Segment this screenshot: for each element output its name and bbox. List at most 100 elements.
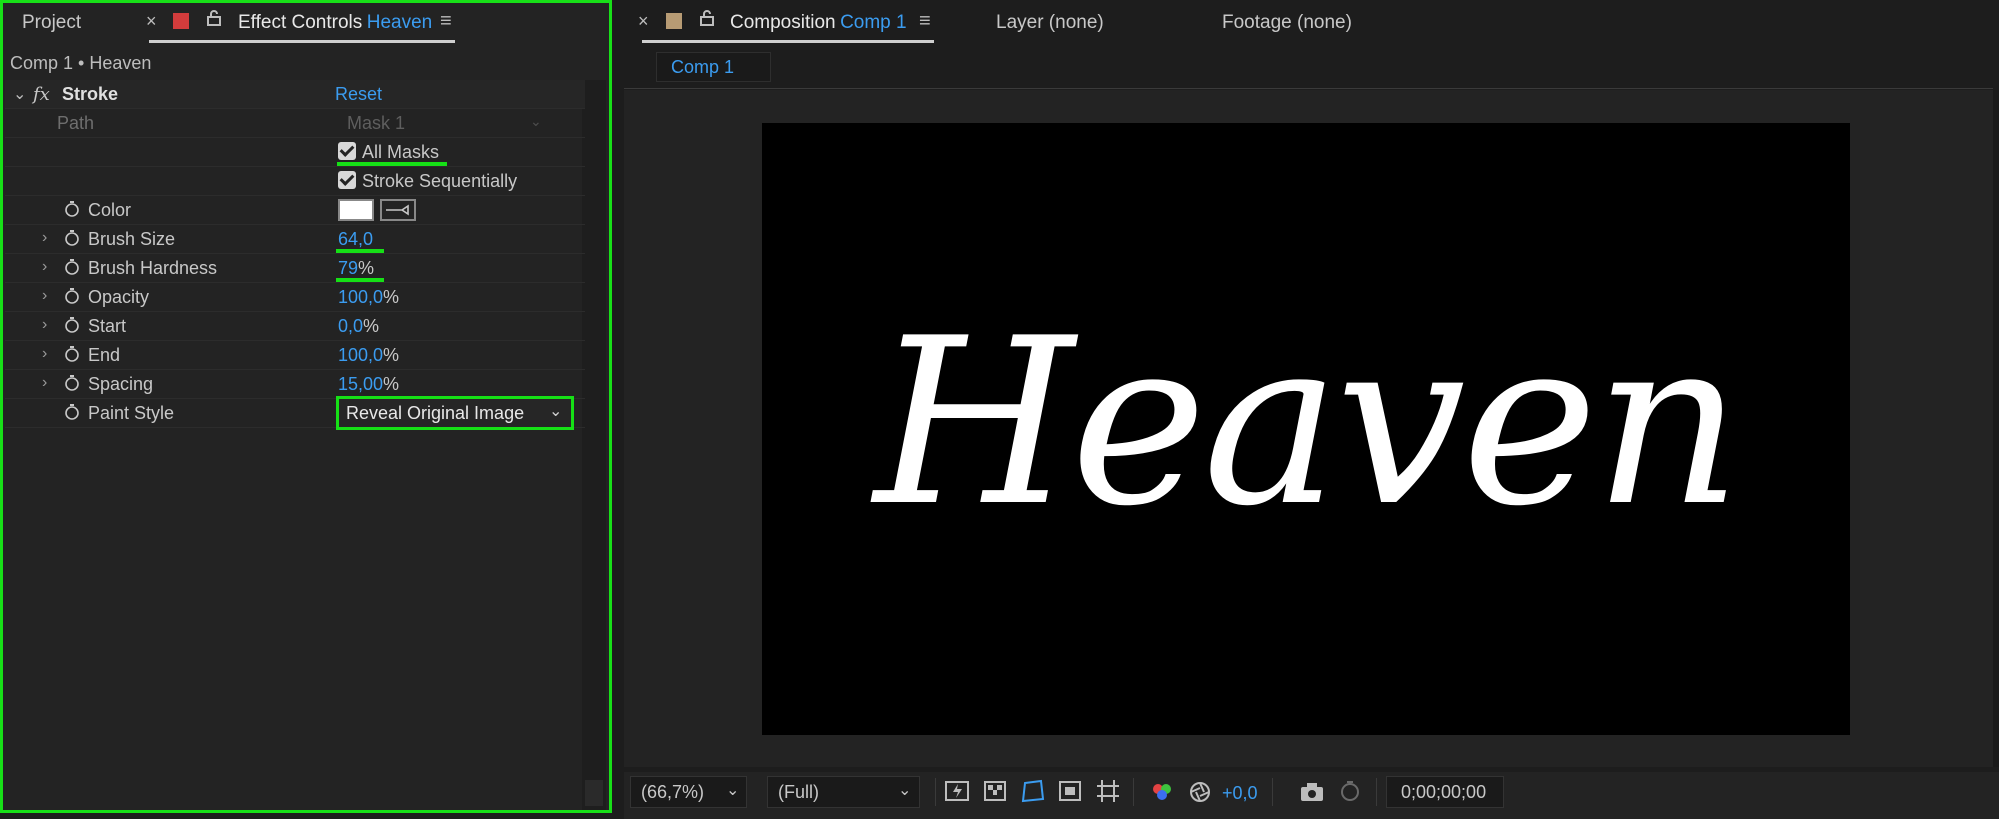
tab-layer[interactable]: Layer (none) bbox=[996, 12, 1104, 34]
panel-menu-icon[interactable]: ≡ bbox=[919, 10, 931, 33]
chevron-down-icon[interactable]: ⌄ bbox=[13, 84, 26, 104]
brush-size-value[interactable]: 64,0 bbox=[338, 229, 373, 250]
composition-canvas[interactable]: Heaven bbox=[762, 123, 1850, 735]
divider bbox=[935, 778, 936, 806]
region-of-interest-icon[interactable] bbox=[1058, 780, 1082, 808]
tab-footage[interactable]: Footage (none) bbox=[1222, 12, 1352, 34]
chevron-right-icon[interactable]: › bbox=[42, 229, 47, 247]
percent-sign: % bbox=[358, 258, 375, 278]
chevron-down-icon: ⌄ bbox=[726, 782, 740, 799]
path-label: Path bbox=[57, 113, 95, 133]
effect-properties: ⌄ fx Stroke Reset Path Mask 1 ⌄ All Mask… bbox=[5, 80, 585, 428]
opacity-value: 100,0% bbox=[338, 287, 399, 308]
stopwatch-icon[interactable] bbox=[64, 317, 80, 333]
stopwatch-icon[interactable] bbox=[64, 201, 80, 217]
chevron-right-icon[interactable]: › bbox=[42, 287, 47, 305]
timecode-field[interactable]: 0;00;00;00 bbox=[1386, 776, 1504, 808]
viewer-scrollbar[interactable] bbox=[1993, 90, 1999, 767]
zoom-value: (66,7%) bbox=[641, 782, 705, 802]
divider bbox=[1376, 778, 1377, 806]
tab-composition-name: Comp 1 bbox=[840, 12, 907, 33]
effect-header-row[interactable]: ⌄ fx Stroke Reset bbox=[5, 80, 585, 109]
divider bbox=[1133, 778, 1134, 806]
lock-icon[interactable] bbox=[700, 10, 714, 26]
chevron-down-icon: ⌄ bbox=[530, 113, 542, 129]
property-row-start: › Start 0,0% bbox=[5, 312, 585, 341]
paint-style-dropdown[interactable]: Reveal Original Image ⌄ bbox=[336, 396, 574, 430]
scrollbar-thumb[interactable] bbox=[585, 780, 603, 806]
divider bbox=[624, 88, 1993, 89]
exposure-icon[interactable] bbox=[1188, 780, 1212, 810]
opacity-number[interactable]: 100,0 bbox=[338, 287, 383, 307]
brush-hardness-label: Brush Hardness bbox=[88, 258, 218, 278]
show-snapshot-icon[interactable] bbox=[1337, 779, 1363, 809]
property-row-opacity: › Opacity 100,0% bbox=[5, 283, 585, 312]
transparency-grid-icon[interactable] bbox=[983, 780, 1007, 808]
exposure-value[interactable]: +0,0 bbox=[1222, 783, 1258, 804]
chevron-right-icon[interactable]: › bbox=[42, 258, 47, 276]
color-label: Color bbox=[88, 200, 132, 220]
grid-guides-icon[interactable] bbox=[1095, 778, 1121, 810]
fx-icon[interactable]: fx bbox=[33, 84, 50, 105]
stopwatch-icon[interactable] bbox=[64, 288, 80, 304]
heaven-text: Heaven bbox=[874, 290, 1742, 557]
highlight-underline bbox=[336, 278, 384, 282]
stopwatch-icon[interactable] bbox=[64, 404, 80, 420]
color-swatch[interactable] bbox=[338, 199, 374, 221]
start-number[interactable]: 0,0 bbox=[338, 316, 363, 336]
channel-rgb-icon[interactable] bbox=[1150, 780, 1174, 810]
close-icon[interactable]: × bbox=[638, 11, 649, 32]
eyedropper-icon[interactable] bbox=[380, 199, 416, 221]
stopwatch-icon[interactable] bbox=[64, 346, 80, 362]
stopwatch-icon[interactable] bbox=[64, 375, 80, 391]
paint-style-label: Paint Style bbox=[88, 403, 175, 423]
resolution-dropdown[interactable]: (Full) ⌄ bbox=[767, 776, 920, 808]
spacing-label: Spacing bbox=[88, 374, 154, 394]
all-masks-checkbox[interactable] bbox=[338, 142, 356, 160]
percent-sign: % bbox=[363, 316, 380, 336]
viewer-tab-label: Comp 1 bbox=[671, 57, 735, 77]
highlight-underline bbox=[337, 162, 447, 166]
panel-menu-icon[interactable]: ≡ bbox=[440, 10, 452, 33]
spacing-number[interactable]: 15,00 bbox=[338, 374, 383, 394]
chevron-right-icon[interactable]: › bbox=[42, 374, 47, 392]
property-row-brush-hardness: › Brush Hardness 79% bbox=[5, 254, 585, 283]
close-icon[interactable]: × bbox=[146, 11, 157, 32]
reset-button[interactable]: Reset bbox=[335, 84, 382, 105]
stroke-sequentially-checkbox[interactable] bbox=[338, 171, 356, 189]
scrollbar[interactable] bbox=[582, 80, 606, 810]
chevron-right-icon[interactable]: › bbox=[42, 345, 47, 363]
property-row-path: Path Mask 1 ⌄ bbox=[5, 109, 585, 138]
lock-icon[interactable] bbox=[207, 10, 221, 26]
label-color-swatch[interactable] bbox=[666, 13, 682, 29]
mask-visibility-icon[interactable] bbox=[1020, 778, 1046, 810]
active-tab-underline bbox=[642, 40, 934, 43]
stopwatch-icon[interactable] bbox=[64, 259, 80, 275]
all-masks-label: All Masks bbox=[362, 142, 440, 162]
zoom-dropdown[interactable]: (66,7%) ⌄ bbox=[630, 776, 747, 808]
brush-hardness-value: 79% bbox=[338, 258, 374, 279]
percent-sign: % bbox=[383, 287, 400, 307]
tab-project-label: Project bbox=[22, 12, 82, 33]
stopwatch-icon[interactable] bbox=[64, 230, 80, 246]
end-number[interactable]: 100,0 bbox=[338, 345, 383, 365]
tab-effect-controls[interactable]: Effect Controls Heaven bbox=[238, 12, 432, 34]
label-color-swatch[interactable] bbox=[173, 13, 189, 29]
fast-previews-icon[interactable] bbox=[944, 780, 970, 808]
stroke-sequentially-label: Stroke Sequentially bbox=[362, 171, 518, 191]
property-row-stroke-sequentially: Stroke Sequentially bbox=[5, 167, 585, 196]
tab-composition[interactable]: Composition Comp 1 bbox=[730, 12, 907, 34]
tab-project[interactable]: Project bbox=[22, 12, 81, 34]
start-value: 0,0% bbox=[338, 316, 379, 337]
tab-composition-label: Composition bbox=[730, 12, 836, 33]
viewer-tab-comp[interactable]: Comp 1 bbox=[656, 52, 771, 82]
chevron-down-icon: ⌄ bbox=[549, 403, 563, 420]
property-row-all-masks: All Masks bbox=[5, 138, 585, 167]
chevron-right-icon[interactable]: › bbox=[42, 316, 47, 334]
tab-effect-controls-label: Effect Controls bbox=[238, 12, 363, 33]
paint-style-value: Reveal Original Image bbox=[346, 403, 525, 423]
camera-icon[interactable] bbox=[1299, 781, 1325, 809]
brush-hardness-number[interactable]: 79 bbox=[338, 258, 358, 278]
opacity-label: Opacity bbox=[88, 287, 150, 307]
path-dropdown-value: Mask 1 bbox=[347, 113, 406, 133]
